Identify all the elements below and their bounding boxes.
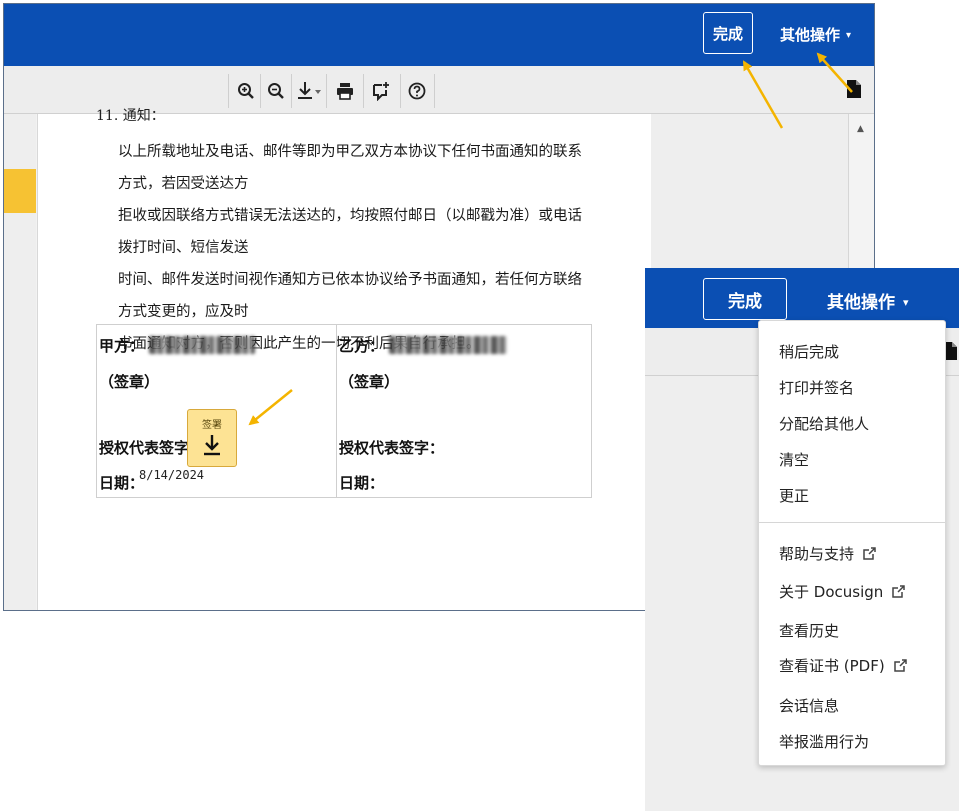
sign-here-tag[interactable]: 签署 <box>187 409 237 467</box>
finish-button[interactable]: 完成 <box>703 12 753 54</box>
more-actions-menu: 稍后完成 打印并签名 分配给其他人 清空 更正 帮助与支持 关于 Docusig… <box>758 320 946 766</box>
party-b-seal-label: （签章） <box>339 373 400 391</box>
scroll-up-icon[interactable]: ▲ <box>857 124 864 134</box>
more-actions-button-zoomed[interactable]: 其他操作 ▾ <box>827 288 909 313</box>
party-a-cell: 甲方： <box>99 335 256 356</box>
menu-item-label: 分配给其他人 <box>779 415 870 433</box>
menu-item-session-info[interactable]: 会话信息 <box>779 695 839 716</box>
menu-item-label: 举报滥用行为 <box>779 733 870 751</box>
more-actions-label: 其他操作 <box>827 293 895 313</box>
more-actions-button[interactable]: 其他操作 ▾ <box>780 24 851 45</box>
menu-item-help-and-support[interactable]: 帮助与支持 <box>779 543 877 564</box>
download-icon[interactable] <box>293 76 325 106</box>
finish-button-label: 完成 <box>728 291 762 312</box>
finish-button-zoomed[interactable]: 完成 <box>703 278 787 320</box>
top-bar: 完成 其他操作 ▾ <box>4 4 874 66</box>
party-a-date-label: 日期： <box>99 474 145 492</box>
party-b-signature-label: 授权代表签字： <box>339 439 445 457</box>
menu-item-print-and-sign[interactable]: 打印并签名 <box>779 377 854 398</box>
menu-item-assign-to-someone[interactable]: 分配给其他人 <box>779 413 869 434</box>
menu-item-label: 查看证书 (PDF) <box>779 657 885 675</box>
menu-item-label: 会话信息 <box>779 697 840 715</box>
party-b-label: 乙方： <box>339 337 385 355</box>
menu-divider <box>759 522 945 523</box>
help-icon[interactable] <box>402 76 432 106</box>
menu-item-report-abuse[interactable]: 举报滥用行为 <box>779 731 869 752</box>
document-icon[interactable] <box>847 80 869 102</box>
external-link-icon <box>892 585 906 598</box>
field-position-marker <box>4 169 36 213</box>
menu-item-view-certificate[interactable]: 查看证书 (PDF) <box>779 655 908 676</box>
print-icon[interactable] <box>330 76 360 106</box>
external-link-icon <box>863 547 876 560</box>
more-actions-overlay: 完成 其他操作 ▾ 稍后完成 打印并签名 分配给其他人 清空 更正 帮助与支持 关… <box>645 268 959 811</box>
overlay-top-bar: 完成 其他操作 ▾ <box>645 268 959 328</box>
menu-item-label: 稍后完成 <box>779 343 840 361</box>
party-a-seal-label: （签章） <box>99 373 160 391</box>
party-b-cell: 乙方： <box>339 335 508 356</box>
zoom-out-icon[interactable] <box>262 76 290 106</box>
menu-item-view-history[interactable]: 查看历史 <box>779 620 839 641</box>
paragraph-line: 以上所载地址及电话、邮件等即为甲乙双方本协议下任何书面通知的联系方式，若因受送达… <box>118 144 582 192</box>
signature-table: 甲方： （签章） 授权代表签字： 日期： 8/14/2024 签署 乙方： （签… <box>96 324 592 498</box>
menu-item-label: 关于 Docusign <box>779 583 884 601</box>
toolbar-divider <box>400 74 401 108</box>
paragraph-line: 拒收或因联络方式错误无法送达的，均按照付邮日（以邮戳为准）或电话拨打时间、短信发… <box>118 208 582 256</box>
zoom-in-icon[interactable] <box>232 76 260 106</box>
party-a-label: 甲方： <box>99 337 145 355</box>
menu-item-correct[interactable]: 更正 <box>779 485 809 506</box>
toolbar-divider <box>326 74 327 108</box>
toolbar-divider <box>434 74 435 108</box>
sign-tag-label: 签署 <box>202 420 222 431</box>
toolbar-divider <box>260 74 261 108</box>
toolbar-divider <box>228 74 229 108</box>
menu-item-finish-later[interactable]: 稍后完成 <box>779 341 839 362</box>
redacted-party-a-name <box>149 336 256 354</box>
menu-item-label: 打印并签名 <box>779 379 855 397</box>
section-heading: 11. 通知： <box>96 108 165 124</box>
add-comment-icon[interactable] <box>366 76 396 106</box>
external-link-icon <box>893 659 907 672</box>
caret-down-icon: ▾ <box>846 30 852 41</box>
more-actions-label: 其他操作 <box>780 26 841 44</box>
redacted-party-b-name <box>389 336 508 354</box>
toolbar-divider <box>363 74 364 108</box>
toolbar-divider <box>291 74 292 108</box>
download-arrow-icon <box>204 435 220 456</box>
menu-item-label: 帮助与支持 <box>779 545 855 563</box>
menu-item-label: 更正 <box>779 487 810 505</box>
finish-button-label: 完成 <box>712 24 743 43</box>
menu-item-label: 清空 <box>779 451 810 469</box>
party-a-date-value: 8/14/2024 <box>139 468 205 482</box>
menu-item-clear[interactable]: 清空 <box>779 449 809 470</box>
party-b-date-label: 日期： <box>339 474 385 492</box>
menu-item-label: 查看历史 <box>779 622 840 640</box>
table-divider <box>336 325 337 497</box>
paragraph-line: 时间、邮件发送时间视作通知方已依本协议给予书面通知，若任何方联络方式变更的，应及… <box>118 272 582 320</box>
caret-down-icon: ▾ <box>903 296 909 309</box>
menu-item-about-docusign[interactable]: 关于 Docusign <box>779 581 906 602</box>
document-page: 11. 通知： 以上所载地址及电话、邮件等即为甲乙双方本协议下任何书面通知的联系… <box>37 108 652 610</box>
